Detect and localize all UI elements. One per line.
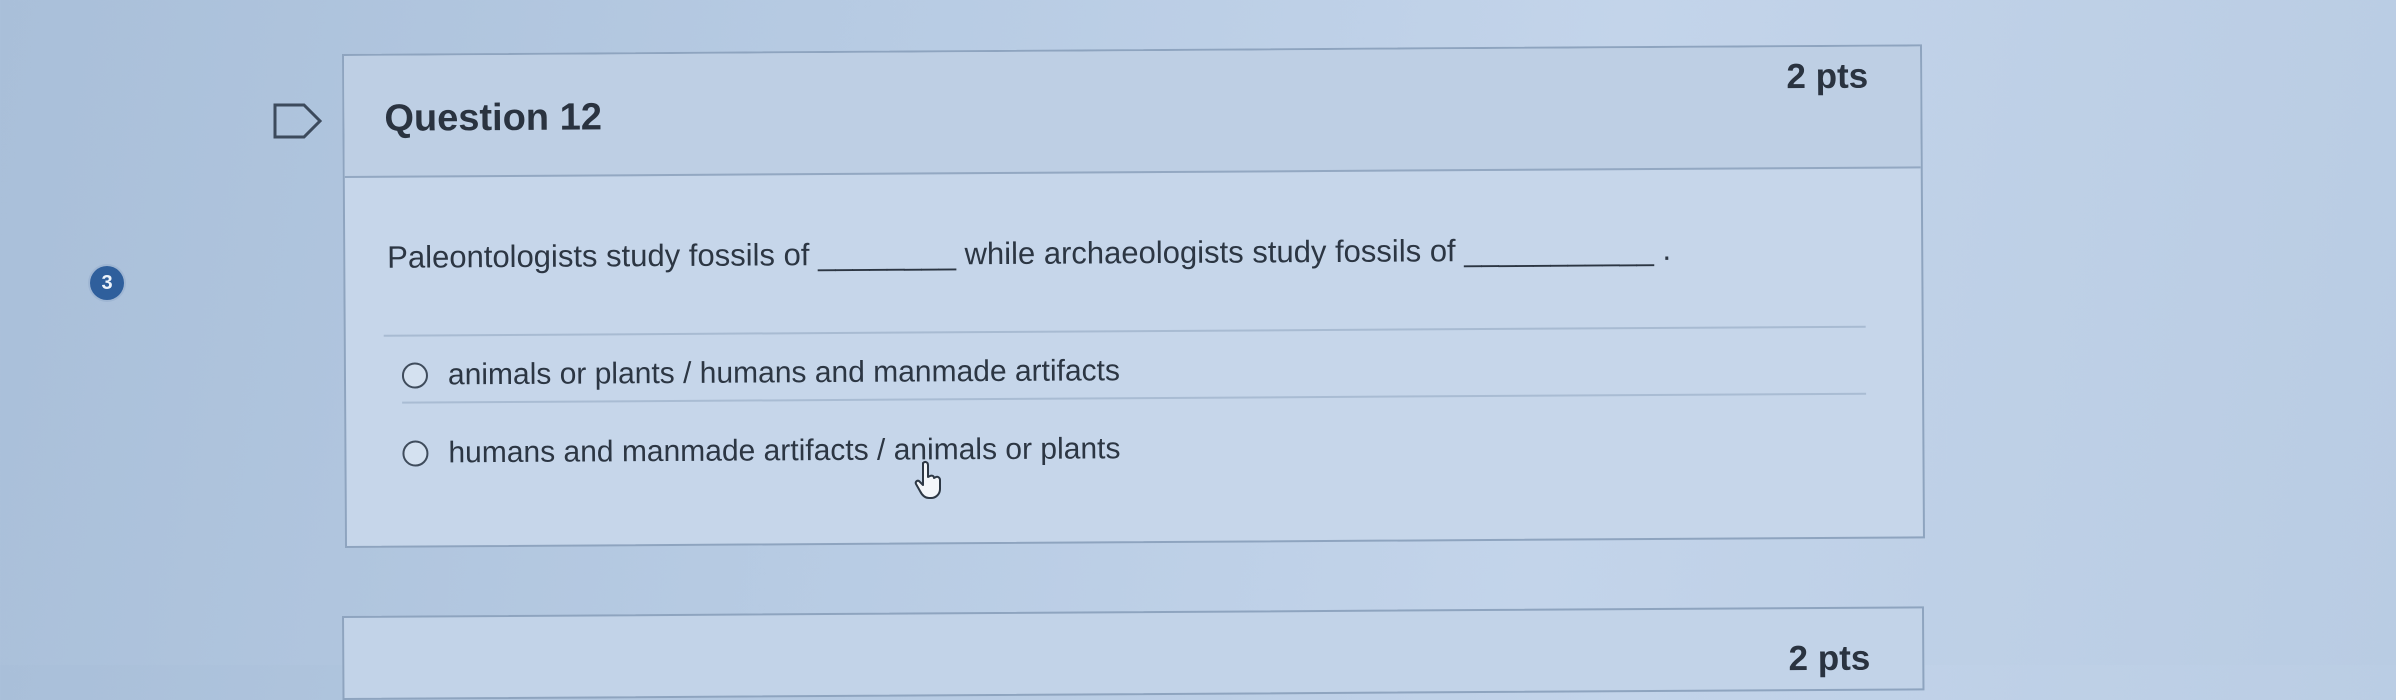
radio-button[interactable] bbox=[402, 440, 429, 467]
flag-question-icon[interactable] bbox=[272, 102, 324, 140]
question-points: 2 pts bbox=[1786, 56, 1869, 97]
answer-option-label[interactable]: humans and manmade artifacts / animals o… bbox=[448, 432, 1120, 470]
question-card: Question 12 2 pts Paleontologists study … bbox=[342, 44, 1925, 548]
question-prompt: Paleontologists study fossils of _______… bbox=[387, 231, 1672, 275]
next-question-card: 2 pts bbox=[342, 606, 1925, 700]
answer-option[interactable]: humans and manmade artifacts / animals o… bbox=[402, 419, 1866, 480]
answer-option[interactable]: animals or plants / humans and manmade a… bbox=[401, 340, 1867, 404]
answer-option-label[interactable]: animals or plants / humans and manmade a… bbox=[448, 354, 1120, 392]
divider bbox=[383, 325, 1866, 337]
question-number-badge[interactable]: 3 bbox=[90, 266, 124, 300]
radio-button[interactable] bbox=[401, 362, 429, 389]
mouse-pointer-icon bbox=[914, 460, 941, 499]
question-body: Paleontologists study fossils of _______… bbox=[345, 168, 1923, 544]
question-title: Question 12 bbox=[384, 96, 603, 140]
question-header: Question 12 2 pts bbox=[344, 46, 1921, 178]
question-points: 2 pts bbox=[1788, 638, 1871, 679]
